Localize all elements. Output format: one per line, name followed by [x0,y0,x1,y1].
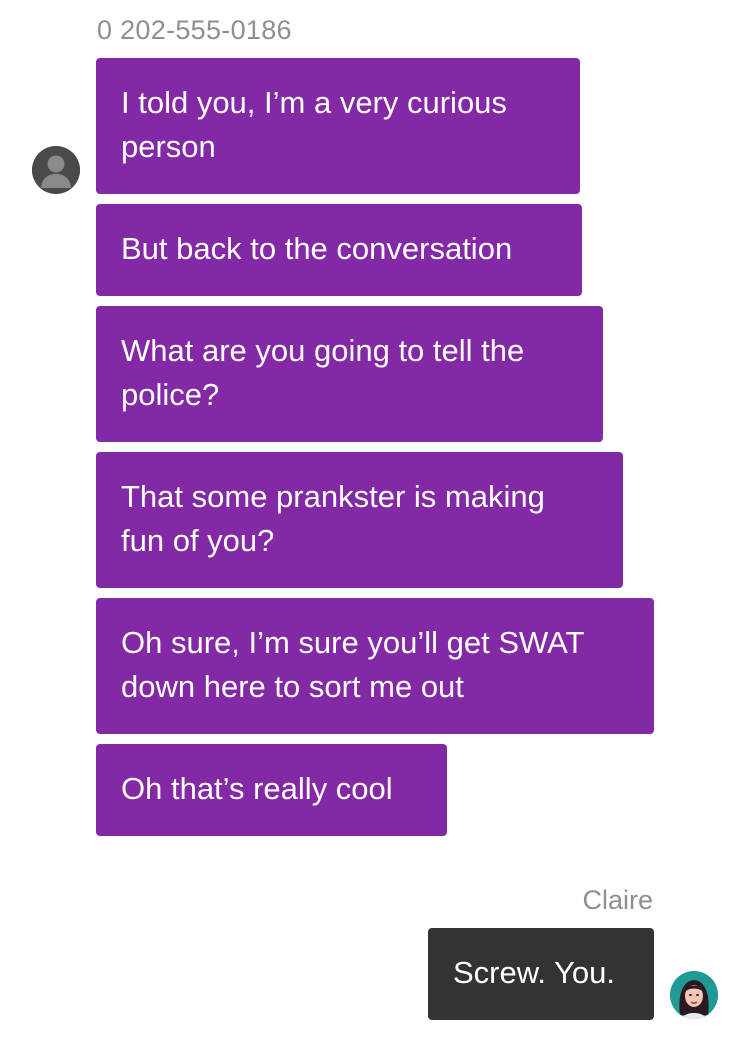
default-person-avatar-icon[interactable] [32,146,80,194]
outgoing-sender-name: Claire [582,885,653,915]
incoming-message[interactable]: What are you going to tell the police? [96,306,603,442]
incoming-message[interactable]: I told you, I’m a very curious person [96,58,580,194]
person-silhouette-icon [32,146,80,194]
incoming-message[interactable]: That some prankster is making fun of you… [96,452,623,588]
woman-portrait-icon [670,971,718,1019]
contact-phone-label: 0 202-555-0186 [97,15,292,45]
incoming-message[interactable]: Oh that’s really cool [96,744,447,836]
incoming-message[interactable]: Oh sure, I’m sure you’ll get SWAT down h… [96,598,654,734]
incoming-message[interactable]: But back to the conversation [96,204,582,296]
outgoing-message[interactable]: Screw. You. [428,928,654,1020]
claire-avatar[interactable] [670,971,718,1019]
